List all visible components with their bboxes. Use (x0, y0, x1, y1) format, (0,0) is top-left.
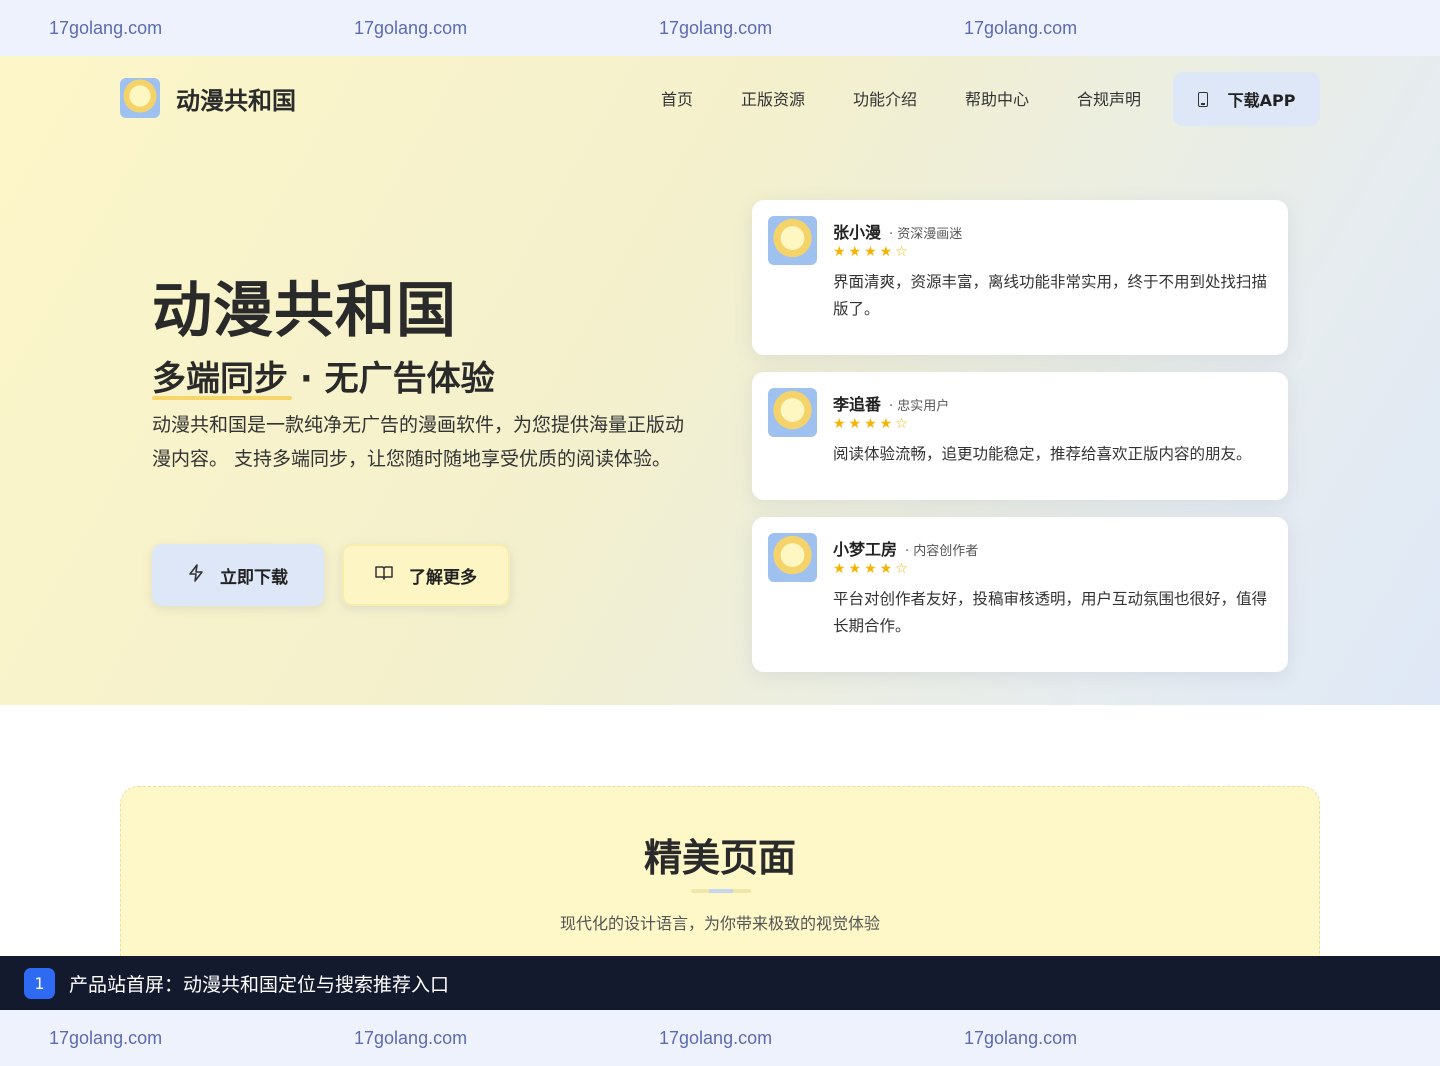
avatar (768, 388, 817, 437)
nav-link-resources[interactable]: 正版资源 (741, 86, 805, 110)
watermark-text: 17golang.com (49, 17, 163, 38)
watermark-text: 17golang.com (659, 1027, 773, 1048)
download-app-button[interactable]: 下载APP (1173, 72, 1320, 126)
hero-description: 动漫共和国是一款纯净无广告的漫画软件，为您提供海量正版动漫内容。 支持多端同步，… (152, 414, 685, 470)
nav-link-features[interactable]: 功能介绍 (853, 86, 917, 110)
nav-link-compliance[interactable]: 合规声明 (1077, 86, 1141, 110)
review-card: 李追番 · 忠实用户 ★★★★☆ 阅读体验流畅，追更功能稳定，推荐给喜欢正版内容的… (752, 372, 1288, 500)
reviewer-role: · 忠实用户 (889, 399, 950, 414)
brand-logo[interactable]: 动漫共和国 (120, 78, 296, 118)
review-text: 界面清爽，资源丰富，离线功能非常实用，终于不用到处找扫描版了。 (833, 273, 1268, 318)
review-card: 张小漫 · 资深漫画迷 ★★★★☆ 界面清爽，资源丰富，离线功能非常实用，终于不用… (752, 200, 1288, 355)
reviewer-role: · 资深漫画迷 (889, 227, 963, 242)
subtitle-underline (152, 396, 292, 400)
download-now-label: 立即下载 (220, 567, 288, 588)
review-text: 阅读体验流畅，追更功能稳定，推荐给喜欢正版内容的朋友。 (833, 445, 1252, 463)
hero-subtitle: 多端同步 · 无广告体验 (152, 359, 495, 399)
brand-name: 动漫共和国 (176, 86, 296, 115)
watermark-text: 17golang.com (659, 17, 773, 38)
watermark-text: 17golang.com (964, 1027, 1078, 1048)
hero-section: 动漫共和国 首页 正版资源 功能介绍 帮助中心 合规声明 下载APP 动漫共和国… (0, 56, 1440, 705)
phone-icon (1197, 91, 1208, 107)
learn-more-button[interactable]: 了解更多 (342, 544, 510, 606)
section-title: 精美页面 (643, 836, 796, 880)
nav-link-help[interactable]: 帮助中心 (965, 86, 1029, 110)
download-app-label: 下载APP (1227, 91, 1296, 110)
section-divider (691, 889, 751, 893)
learn-more-label: 了解更多 (409, 567, 477, 588)
star-rating: ★★★★☆ (833, 416, 911, 432)
watermark-bar-bottom: 17golang.com 17golang.com 17golang.com 1… (0, 1010, 1440, 1066)
book-icon (375, 565, 393, 585)
download-now-button[interactable]: 立即下载 (152, 544, 324, 606)
logo-image (120, 78, 160, 118)
reviewer-name: 小梦工房 · 内容创作者 (833, 540, 979, 559)
reviewer-name: 李追番 · 忠实用户 (833, 395, 950, 414)
watermark-bar-top: 17golang.com 17golang.com 17golang.com 1… (0, 0, 1440, 56)
reviewer-role: · 内容创作者 (905, 544, 979, 559)
caption-number-badge: 1 (24, 967, 55, 999)
watermark-text: 17golang.com (964, 17, 1078, 38)
star-rating: ★★★★☆ (833, 244, 911, 260)
review-card: 小梦工房 · 内容创作者 ★★★★☆ 平台对创作者友好，投稿审核透明，用户互动氛围… (752, 517, 1288, 672)
caption-bar: 1 产品站首屏：动漫共和国定位与搜索推荐入口 (0, 956, 1440, 1010)
watermark-text: 17golang.com (354, 1027, 468, 1048)
reviewer-name: 张小漫 · 资深漫画迷 (833, 223, 963, 242)
hero-title: 动漫共和国 (152, 276, 457, 346)
lightning-icon (188, 564, 204, 586)
nav-link-home[interactable]: 首页 (661, 86, 693, 110)
section-description: 现代化的设计语言，为你带来极致的视觉体验 (559, 914, 880, 933)
watermark-text: 17golang.com (49, 1027, 163, 1048)
watermark-text: 17golang.com (354, 17, 468, 38)
avatar (768, 533, 817, 582)
star-rating: ★★★★☆ (833, 561, 911, 577)
caption-text: 产品站首屏：动漫共和国定位与搜索推荐入口 (69, 973, 450, 996)
top-nav: 动漫共和国 首页 正版资源 功能介绍 帮助中心 合规声明 下载APP (0, 56, 1440, 142)
review-text: 平台对创作者友好，投稿审核透明，用户互动氛围也很好，值得长期合作。 (833, 590, 1268, 635)
avatar (768, 216, 817, 265)
